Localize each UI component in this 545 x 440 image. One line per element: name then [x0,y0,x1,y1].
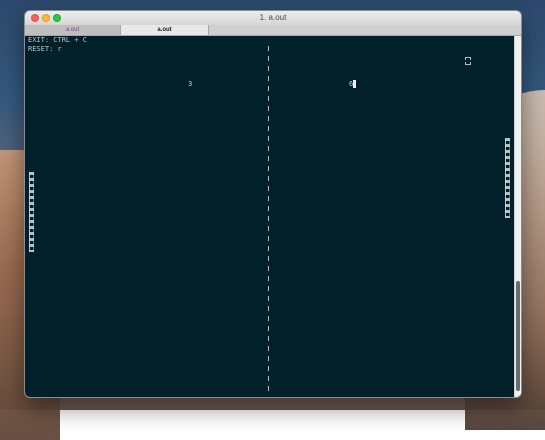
tab-bar: a.out a.out [25,25,521,36]
terminal-view[interactable]: EXIT: CTRL + C RESET: r 3 6 [25,36,515,397]
scroll-thumb[interactable] [516,281,520,391]
terminal-window[interactable]: 1. a.out a.out a.out EXIT: CTRL + C RESE… [24,10,522,398]
terminal-cursor [353,80,356,88]
title-bar[interactable]: 1. a.out [25,11,521,26]
left-paddle [29,172,34,252]
window-title: 1. a.out [25,12,521,24]
left-score: 3 [188,80,192,89]
terminal-line-exit: EXIT: CTRL + C [28,36,87,45]
center-net [268,46,269,396]
terminal-line-reset: RESET: r [28,45,62,54]
tab-a-out-2[interactable]: a.out [121,25,209,35]
right-paddle [505,138,510,218]
tab-a-out-1[interactable]: a.out [25,25,121,35]
vertical-scrollbar[interactable] [514,36,521,397]
ball [465,57,471,65]
